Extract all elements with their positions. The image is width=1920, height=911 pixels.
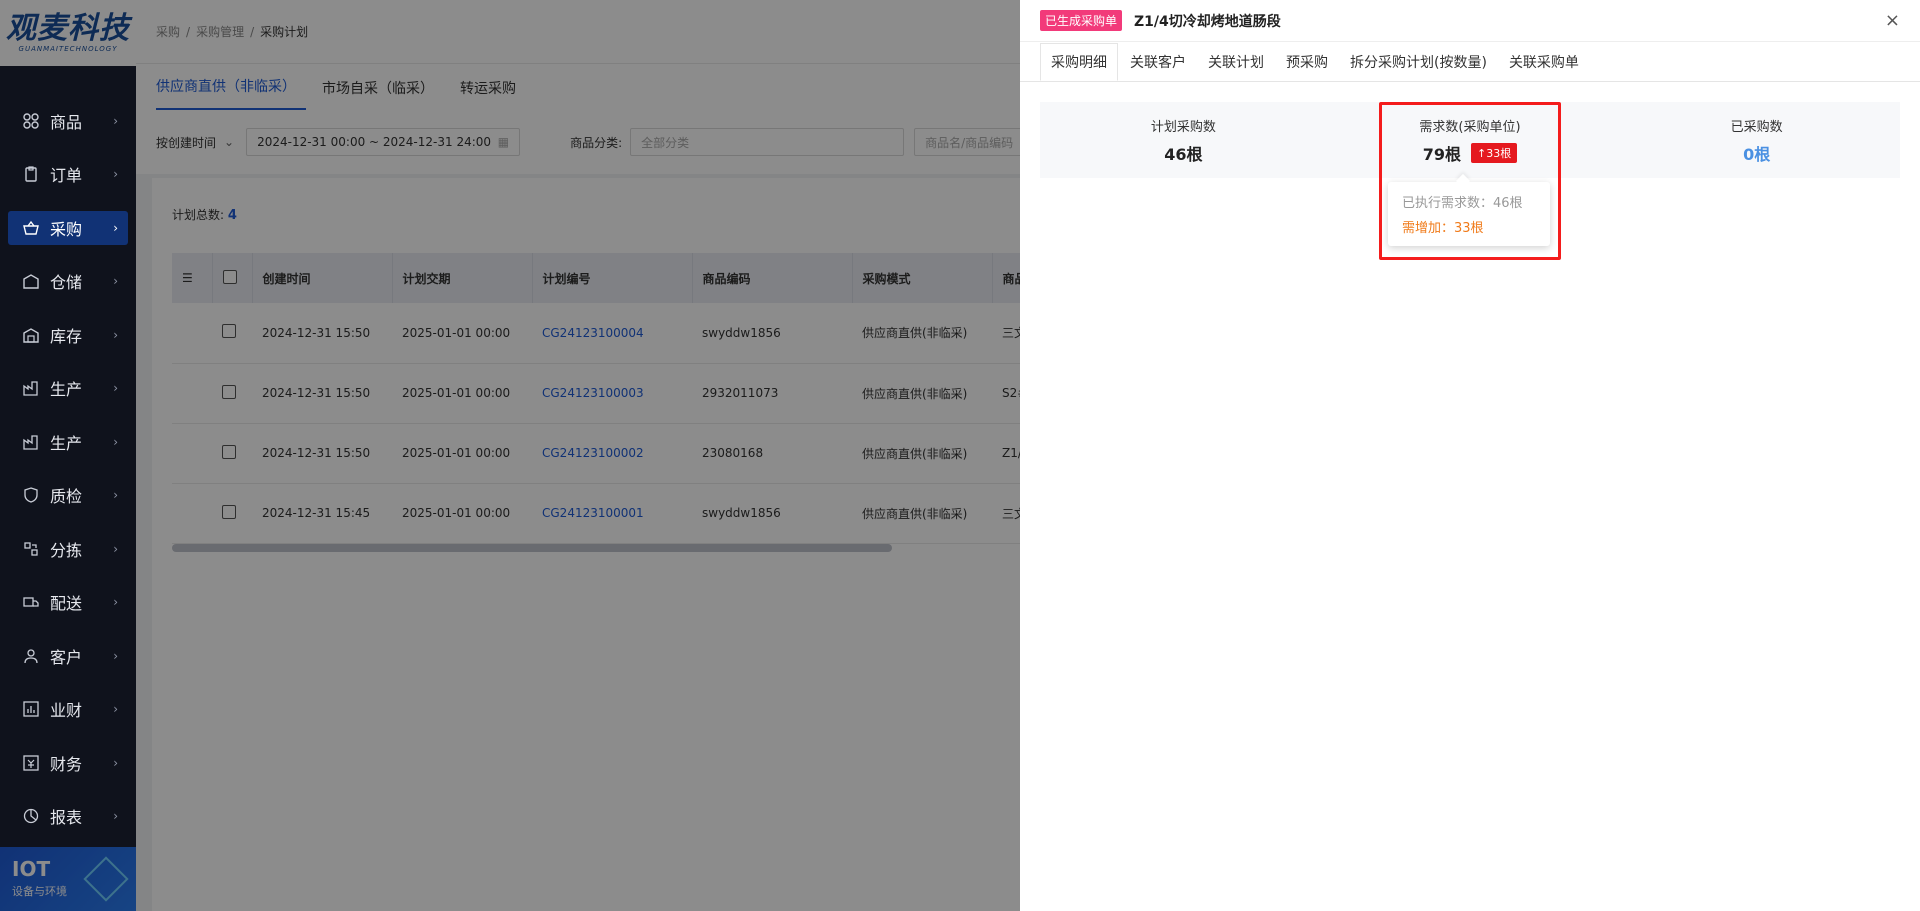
- chart-icon: [22, 700, 40, 718]
- finance-icon: [22, 754, 40, 772]
- tab-pre-purchase[interactable]: 预采购: [1276, 44, 1338, 80]
- tab-related-customers[interactable]: 关联客户: [1120, 44, 1196, 80]
- sidebar-item-label: 仓储: [50, 273, 83, 293]
- drawer-header: 已生成采购单 Z1/4切冷却烤地道肠段 ×: [1020, 0, 1920, 42]
- stat-label: 已采购数: [1730, 119, 1783, 135]
- sidebar-item-label: 分拣: [50, 540, 83, 560]
- sidebar-item-label: 采购: [50, 219, 83, 239]
- pie-icon: [22, 807, 40, 825]
- tab-related-plans[interactable]: 关联计划: [1198, 44, 1274, 80]
- status-badge: 已生成采购单: [1040, 10, 1123, 31]
- apps-icon: [22, 112, 40, 130]
- sidebar-item-label: 报表: [50, 808, 83, 828]
- chevron-right-icon: ›: [113, 434, 118, 449]
- sidebar-item-label: 财务: [50, 754, 83, 774]
- chevron-right-icon: ›: [113, 488, 118, 503]
- chevron-right-icon: ›: [113, 113, 118, 128]
- stat-value[interactable]: 0根: [1743, 141, 1770, 165]
- sidebar-item-label: 商品: [50, 112, 83, 132]
- chevron-right-icon: ›: [113, 274, 118, 289]
- factory-icon: [22, 379, 40, 397]
- tab-related-orders[interactable]: 关联采购单: [1499, 44, 1589, 80]
- clipboard-icon: [22, 165, 40, 183]
- drawer-tabs: 采购明细 关联客户 关联计划 预采购 拆分采购计划(按数量) 关联采购单: [1020, 42, 1920, 82]
- chevron-right-icon: ›: [113, 167, 118, 182]
- factory-icon: [22, 433, 40, 451]
- chevron-right-icon: ›: [113, 809, 118, 824]
- drawer-title: Z1/4切冷却烤地道肠段: [1134, 13, 1281, 30]
- sidebar-item-label: 配送: [50, 594, 83, 614]
- stat-value: 46根: [1164, 144, 1203, 164]
- close-icon[interactable]: ×: [1885, 10, 1900, 31]
- sidebar-item-label: 业财: [50, 701, 83, 721]
- chevron-right-icon: ›: [113, 541, 118, 556]
- inventory-icon: [22, 326, 40, 344]
- warehouse-icon: [22, 272, 40, 290]
- truck-icon: [22, 593, 40, 611]
- chevron-right-icon: ›: [113, 755, 118, 770]
- stat-purchased: 已采购数 0根: [1613, 102, 1900, 178]
- chevron-right-icon: ›: [113, 702, 118, 717]
- basket-icon: [22, 219, 40, 237]
- sidebar-item-label: 订单: [50, 166, 83, 186]
- sidebar-item-label: 库存: [50, 326, 83, 346]
- user-icon: [22, 647, 40, 665]
- chevron-right-icon: ›: [113, 381, 118, 396]
- sidebar-item-label: 客户: [50, 647, 83, 667]
- chevron-right-icon: ›: [113, 220, 118, 235]
- chevron-right-icon: ›: [113, 595, 118, 610]
- tab-split-plan[interactable]: 拆分采购计划(按数量): [1340, 44, 1497, 80]
- sidebar-item-label: 质检: [50, 487, 83, 507]
- sidebar-item-label: 生产: [50, 380, 83, 400]
- detail-drawer: 已生成采购单 Z1/4切冷却烤地道肠段 × 采购明细 关联客户 关联计划 预采购…: [1020, 0, 1920, 911]
- sidebar-item-label: 生产: [50, 433, 83, 453]
- shield-icon: [22, 486, 40, 504]
- chevron-right-icon: ›: [113, 648, 118, 663]
- stat-planned: 计划采购数 46根: [1040, 102, 1327, 178]
- stat-label: 计划采购数: [1150, 119, 1216, 135]
- tab-purchase-detail[interactable]: 采购明细: [1040, 43, 1118, 81]
- highlight-box: [1379, 102, 1561, 260]
- sort-icon: [22, 540, 40, 558]
- chevron-right-icon: ›: [113, 327, 118, 342]
